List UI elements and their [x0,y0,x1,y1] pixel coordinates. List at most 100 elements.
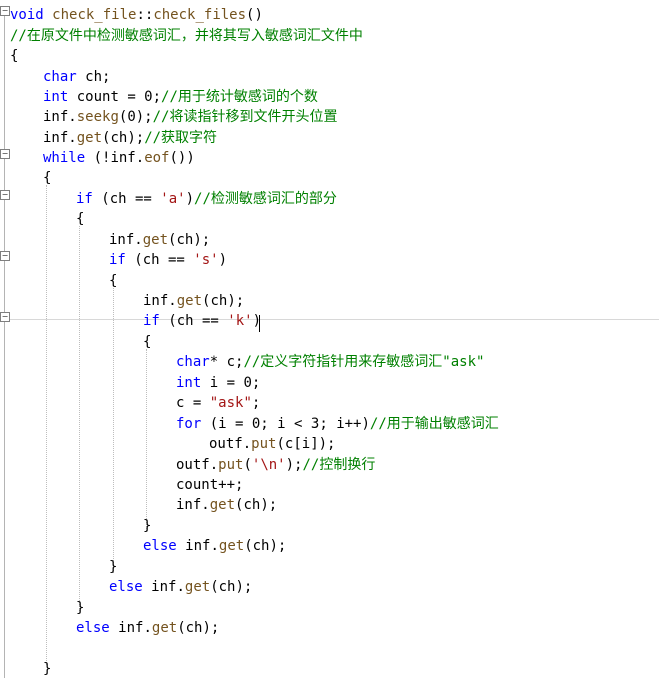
code-line[interactable]: outf.put('\n');//控制换行 [0,455,659,475]
code-token: . [242,436,252,452]
code-line[interactable]: void check_file::check_files() [0,5,659,25]
code-token: 's' [193,252,219,268]
code-token: '\n' [251,457,286,473]
code-text: char* c;//定义字符指针用来存敏感词汇"ask" [176,352,484,372]
code-line[interactable]: int i = 0; [0,373,659,393]
fold-collapse-icon[interactable]: − [0,6,10,16]
code-editor[interactable]: void check_file::check_files()//在原文件中检测敏… [0,0,659,678]
code-line[interactable]: if (ch == 's') [0,250,659,270]
code-token: while [43,150,86,166]
code-token: seekg [76,109,119,125]
code-token: ( [201,416,219,432]
code-token: put [218,457,244,473]
code-token: ); [227,293,245,309]
code-token: inf [43,109,69,125]
code-line[interactable]: char ch; [0,67,659,87]
code-line[interactable]: inf.seekg(0);//将读指针移到文件开头位置 [0,107,659,127]
code-line[interactable]: else inf.get(ch); [0,577,659,597]
code-token: . [201,497,210,513]
code-text: outf.put(c[i]); [209,434,336,454]
code-token: get [142,232,169,248]
code-line[interactable]: char* c;//定义字符指针用来存敏感词汇"ask" [0,352,659,372]
code-token: ( [92,191,110,207]
code-token: get [176,293,203,309]
code-token: ( [243,457,252,473]
code-token: inf [151,579,177,595]
fold-collapse-icon[interactable]: − [0,190,10,200]
code-text: c = "ask"; [176,393,260,413]
code-line[interactable]: { [0,46,659,66]
code-text: for (i = 0; i < 3; i++)//用于输出敏感词汇 [176,414,499,434]
code-line[interactable]: int count = 0;//用于统计敏感词的个数 [0,87,659,107]
code-text: if (ch == 'k') [143,311,261,331]
code-token: } [43,661,52,677]
code-line[interactable]: count++; [0,475,659,495]
text-caret [259,315,260,332]
code-token: . [143,620,152,636]
code-token: . [168,293,177,309]
code-line[interactable] [0,639,659,659]
code-line[interactable]: if (ch == 'k') [0,311,659,331]
code-token: ch [176,232,194,248]
code-token: inf [109,232,135,248]
code-token: //控制换行 [302,457,376,473]
code-line[interactable]: c = "ask"; [0,393,659,413]
code-token: () [246,7,263,23]
code-token: 'a' [160,191,186,207]
code-token: { [76,211,85,227]
code-token: else [109,579,143,595]
code-token: ()) [169,150,195,166]
code-token: check_files [153,7,247,23]
code-line[interactable]: else inf.get(ch); [0,536,659,556]
code-line[interactable]: while (!inf.eof()) [0,148,659,168]
code-token: ch [109,191,127,207]
code-token: //将读指针移到文件开头位置 [152,109,338,125]
code-text: { [76,209,84,229]
code-token: char [176,354,210,370]
code-line[interactable]: inf.get(ch); [0,495,659,515]
code-token: { [109,273,118,289]
code-token: inf [185,538,211,554]
code-line[interactable]: inf.get(ch); [0,230,659,250]
code-text: int count = 0;//用于统计敏感词的个数 [43,87,318,107]
fold-collapse-icon[interactable]: − [0,312,10,322]
code-token: . [210,538,219,554]
code-line[interactable]: } [0,516,659,536]
code-token: :: [136,7,154,23]
code-line[interactable]: for (i = 0; i < 3; i++)//用于输出敏感词汇 [0,414,659,434]
code-line[interactable]: } [0,557,659,577]
code-token: ++; [218,477,244,493]
fold-collapse-icon[interactable]: − [0,149,10,159]
code-text: } [76,598,84,618]
code-text: { [43,168,51,188]
code-line[interactable]: outf.put(c[i]); [0,434,659,454]
code-line[interactable]: { [0,168,659,188]
code-line[interactable]: if (ch == 'a')//检测敏感词汇的部分 [0,189,659,209]
code-text: void check_file::check_files() [10,5,263,25]
code-line[interactable]: //在原文件中检测敏感词汇，并将其写入敏感词汇文件中 [0,26,659,46]
code-token: if [143,313,160,329]
code-token: void [10,7,44,23]
code-token: { [143,334,152,350]
code-token: == [193,313,228,329]
code-line[interactable]: { [0,209,659,229]
code-token: = 0; [226,416,278,432]
code-line[interactable]: } [0,659,659,679]
code-text: count++; [176,475,243,495]
code-line[interactable]: { [0,332,659,352]
code-token: //定义字符指针用来存敏感词汇"ask" [243,354,485,370]
code-text: else inf.get(ch); [143,536,286,556]
fold-collapse-icon[interactable]: − [0,251,10,261]
code-token: ); [127,130,145,146]
code-line[interactable]: inf.get(ch); [0,291,659,311]
code-line[interactable]: else inf.get(ch); [0,618,659,638]
code-token: ; [102,69,111,85]
code-token: ( [244,538,253,554]
code-line[interactable]: { [0,271,659,291]
code-line[interactable]: } [0,598,659,618]
code-line[interactable]: inf.get(ch);//获取字符 [0,128,659,148]
code-token: } [76,600,85,616]
